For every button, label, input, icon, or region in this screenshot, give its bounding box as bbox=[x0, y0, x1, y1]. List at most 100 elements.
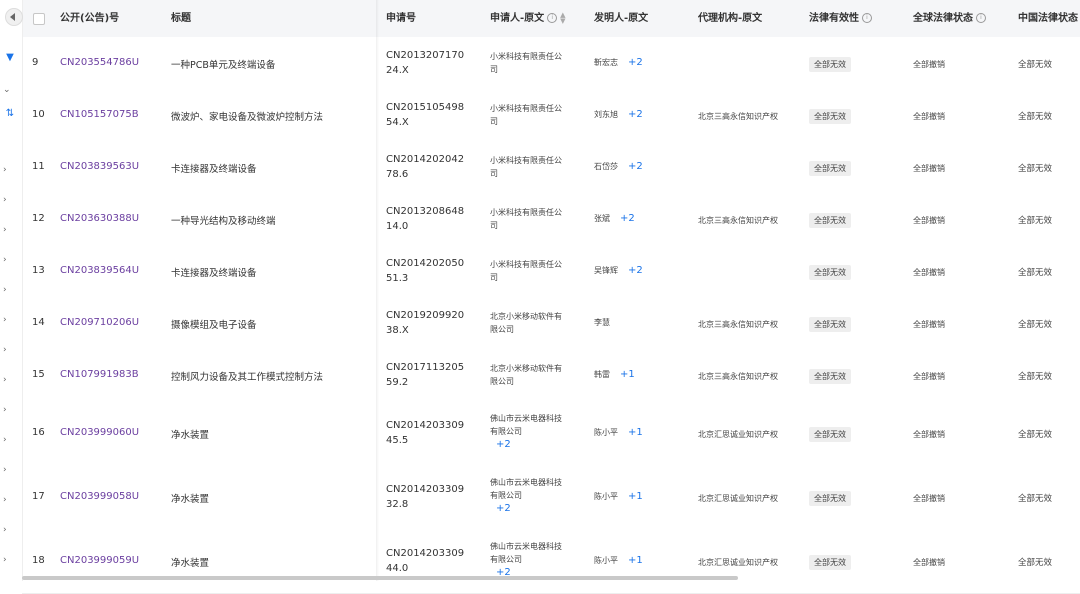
status-badge: 全部无效 bbox=[809, 317, 851, 332]
applicant: 佛山市云米电器科技 有限公司 +2 bbox=[490, 412, 570, 451]
more-applicants-link[interactable]: +2 bbox=[496, 438, 570, 451]
status-badge: 全部无效 bbox=[809, 213, 851, 228]
col-header-cn-status[interactable]: 中国法律状态 bbox=[1018, 0, 1078, 37]
global-status: 全部撤销 bbox=[913, 216, 945, 225]
status-badge: 全部无效 bbox=[809, 491, 851, 506]
table-row[interactable]: 11 CN203839563U 卡连接器及终端设备 CN2014202042 78… bbox=[22, 141, 1080, 194]
applicant: 北京小米移动软件有 限公司 bbox=[490, 312, 562, 334]
table-row[interactable]: 16 CN203999060U 净水装置 CN2014203309 45.5 佛山… bbox=[22, 401, 1080, 466]
table-row[interactable]: 9 CN203554786U 一种PCB单元及终端设备 CN2013207170… bbox=[22, 37, 1080, 90]
more-inventors-link[interactable]: +1 bbox=[620, 369, 635, 380]
pub-no-link[interactable]: CN203999060U bbox=[60, 427, 139, 438]
expand-row-icon[interactable]: › bbox=[3, 555, 13, 565]
cn-status: 全部无效 bbox=[1018, 268, 1053, 278]
table-row[interactable]: 15 CN107991983B 控制风力设备及其工作模式控制方法 CN20171… bbox=[22, 349, 1080, 402]
col-header-title[interactable]: 标题 bbox=[171, 0, 191, 37]
table-row[interactable]: 17 CN203999058U 净水装置 CN2014203309 32.8 佛山… bbox=[22, 465, 1080, 530]
more-inventors-link[interactable]: +1 bbox=[628, 555, 643, 566]
pub-no-link[interactable]: CN209710206U bbox=[60, 317, 139, 328]
pub-no-link[interactable]: CN203630388U bbox=[60, 213, 139, 224]
pub-no-link[interactable]: CN203839563U bbox=[60, 161, 139, 172]
agency: 北京三高永信知识产权 bbox=[698, 372, 778, 381]
cn-status: 全部无效 bbox=[1018, 60, 1053, 70]
applicant: 小米科技有限责任公司 bbox=[490, 208, 562, 230]
app-no: CN2019209920 38.X bbox=[386, 310, 465, 336]
col-header-applicant[interactable]: 申请人-原文 i ▲ ▼ bbox=[490, 0, 566, 37]
table-row[interactable]: 18 CN203999059U 净水装置 CN2014203309 44.0 佛山… bbox=[22, 529, 1080, 594]
expand-row-icon[interactable]: › bbox=[3, 345, 13, 355]
row-number: 11 bbox=[32, 161, 45, 172]
table-row[interactable]: 12 CN203630388U 一种导光结构及移动终端 CN2013208648… bbox=[22, 193, 1080, 246]
cn-status: 全部无效 bbox=[1018, 372, 1053, 382]
more-inventors-link[interactable]: +2 bbox=[620, 213, 635, 224]
filter-icon[interactable]: ▼ bbox=[1, 52, 19, 64]
chevron-down-icon[interactable]: ⌄ bbox=[3, 85, 13, 95]
expand-row-icon[interactable]: › bbox=[3, 255, 13, 265]
app-no: CN2015105498 54.X bbox=[386, 102, 465, 128]
more-inventors-link[interactable]: +1 bbox=[628, 427, 643, 438]
row-number: 12 bbox=[32, 213, 45, 224]
info-icon[interactable]: i bbox=[547, 13, 558, 23]
cn-status: 全部无效 bbox=[1018, 430, 1053, 440]
table-row[interactable]: 14 CN209710206U 摄像模组及电子设备 CN2019209920 38… bbox=[22, 297, 1080, 350]
pub-no-link[interactable]: CN203554786U bbox=[60, 57, 139, 68]
sort-icon[interactable]: ⇅ bbox=[1, 108, 19, 120]
app-no: CN2014202042 78.6 bbox=[386, 154, 465, 180]
inventor: 陈小平 +1 bbox=[594, 555, 643, 566]
pub-no-link[interactable]: CN107991983B bbox=[60, 369, 139, 380]
status-badge: 全部无效 bbox=[809, 161, 851, 176]
expand-row-icon[interactable]: › bbox=[3, 375, 13, 385]
app-no: CN2014203309 44.0 bbox=[386, 548, 465, 574]
col-header-pub-no[interactable]: 公开(公告)号 bbox=[60, 0, 119, 37]
status-badge: 全部无效 bbox=[809, 57, 851, 72]
expand-row-icon[interactable]: › bbox=[3, 195, 13, 205]
applicant: 北京小米移动软件有 限公司 bbox=[490, 364, 562, 386]
expand-row-icon[interactable]: › bbox=[3, 285, 13, 295]
info-icon[interactable]: i bbox=[862, 13, 872, 23]
horizontal-scrollbar[interactable] bbox=[22, 576, 738, 580]
inventor: 陈小平 +1 bbox=[594, 427, 643, 438]
patent-title: 一种导光结构及移动终端 bbox=[171, 216, 276, 227]
col-header-app-no[interactable]: 申请号 bbox=[386, 0, 416, 37]
col-header-agency[interactable]: 代理机构-原文 bbox=[698, 0, 762, 37]
patent-title: 净水装置 bbox=[171, 430, 210, 441]
app-no: CN2013208648 14.0 bbox=[386, 206, 465, 232]
applicant: 佛山市云米电器科技 有限公司 +2 bbox=[490, 476, 570, 515]
patent-title: 摄像模组及电子设备 bbox=[171, 320, 257, 331]
more-inventors-link[interactable]: +2 bbox=[628, 265, 643, 276]
col-header-legal-validity[interactable]: 法律有效性 i bbox=[809, 0, 872, 37]
patent-title: 净水装置 bbox=[171, 494, 210, 505]
info-icon[interactable]: i bbox=[976, 13, 986, 23]
expand-row-icon[interactable]: › bbox=[3, 495, 13, 505]
expand-row-icon[interactable]: › bbox=[3, 525, 13, 535]
more-applicants-link[interactable]: +2 bbox=[496, 502, 570, 515]
table-row[interactable]: 13 CN203839564U 卡连接器及终端设备 CN2014202050 51… bbox=[22, 245, 1080, 298]
pub-no-link[interactable]: CN203839564U bbox=[60, 265, 139, 276]
expand-row-icon[interactable]: › bbox=[3, 315, 13, 325]
pub-no-link[interactable]: CN105157075B bbox=[60, 109, 139, 120]
sort-arrows-icon[interactable]: ▲ ▼ bbox=[560, 12, 565, 25]
patent-title: 微波炉、家电设备及微波炉控制方法 bbox=[171, 112, 324, 123]
expand-row-icon[interactable]: › bbox=[3, 165, 13, 175]
expand-row-icon[interactable]: › bbox=[3, 225, 13, 235]
frozen-column-divider bbox=[376, 0, 379, 581]
expand-row-icon[interactable]: › bbox=[3, 465, 13, 475]
cn-status: 全部无效 bbox=[1018, 216, 1053, 226]
col-header-inventor[interactable]: 发明人-原文 bbox=[594, 0, 648, 37]
more-inventors-link[interactable]: +1 bbox=[628, 491, 643, 502]
pub-no-link[interactable]: CN203999059U bbox=[60, 555, 139, 566]
row-number: 14 bbox=[32, 317, 45, 328]
collapse-panel-icon[interactable] bbox=[5, 8, 23, 26]
expand-row-icon[interactable]: › bbox=[3, 405, 13, 415]
patent-title: 净水装置 bbox=[171, 558, 210, 569]
col-header-global-status[interactable]: 全球法律状态 i bbox=[913, 0, 986, 37]
more-inventors-link[interactable]: +2 bbox=[628, 109, 643, 120]
expand-row-icon[interactable]: › bbox=[3, 435, 13, 445]
app-no: CN2017113205 59.2 bbox=[386, 362, 465, 388]
more-inventors-link[interactable]: +2 bbox=[628, 57, 643, 68]
inventor: 吴锋辉 +2 bbox=[594, 265, 643, 276]
more-inventors-link[interactable]: +2 bbox=[628, 161, 643, 172]
select-all-checkbox[interactable] bbox=[33, 13, 45, 25]
table-row[interactable]: 10 CN105157075B 微波炉、家电设备及微波炉控制方法 CN20151… bbox=[22, 89, 1080, 142]
pub-no-link[interactable]: CN203999058U bbox=[60, 491, 139, 502]
